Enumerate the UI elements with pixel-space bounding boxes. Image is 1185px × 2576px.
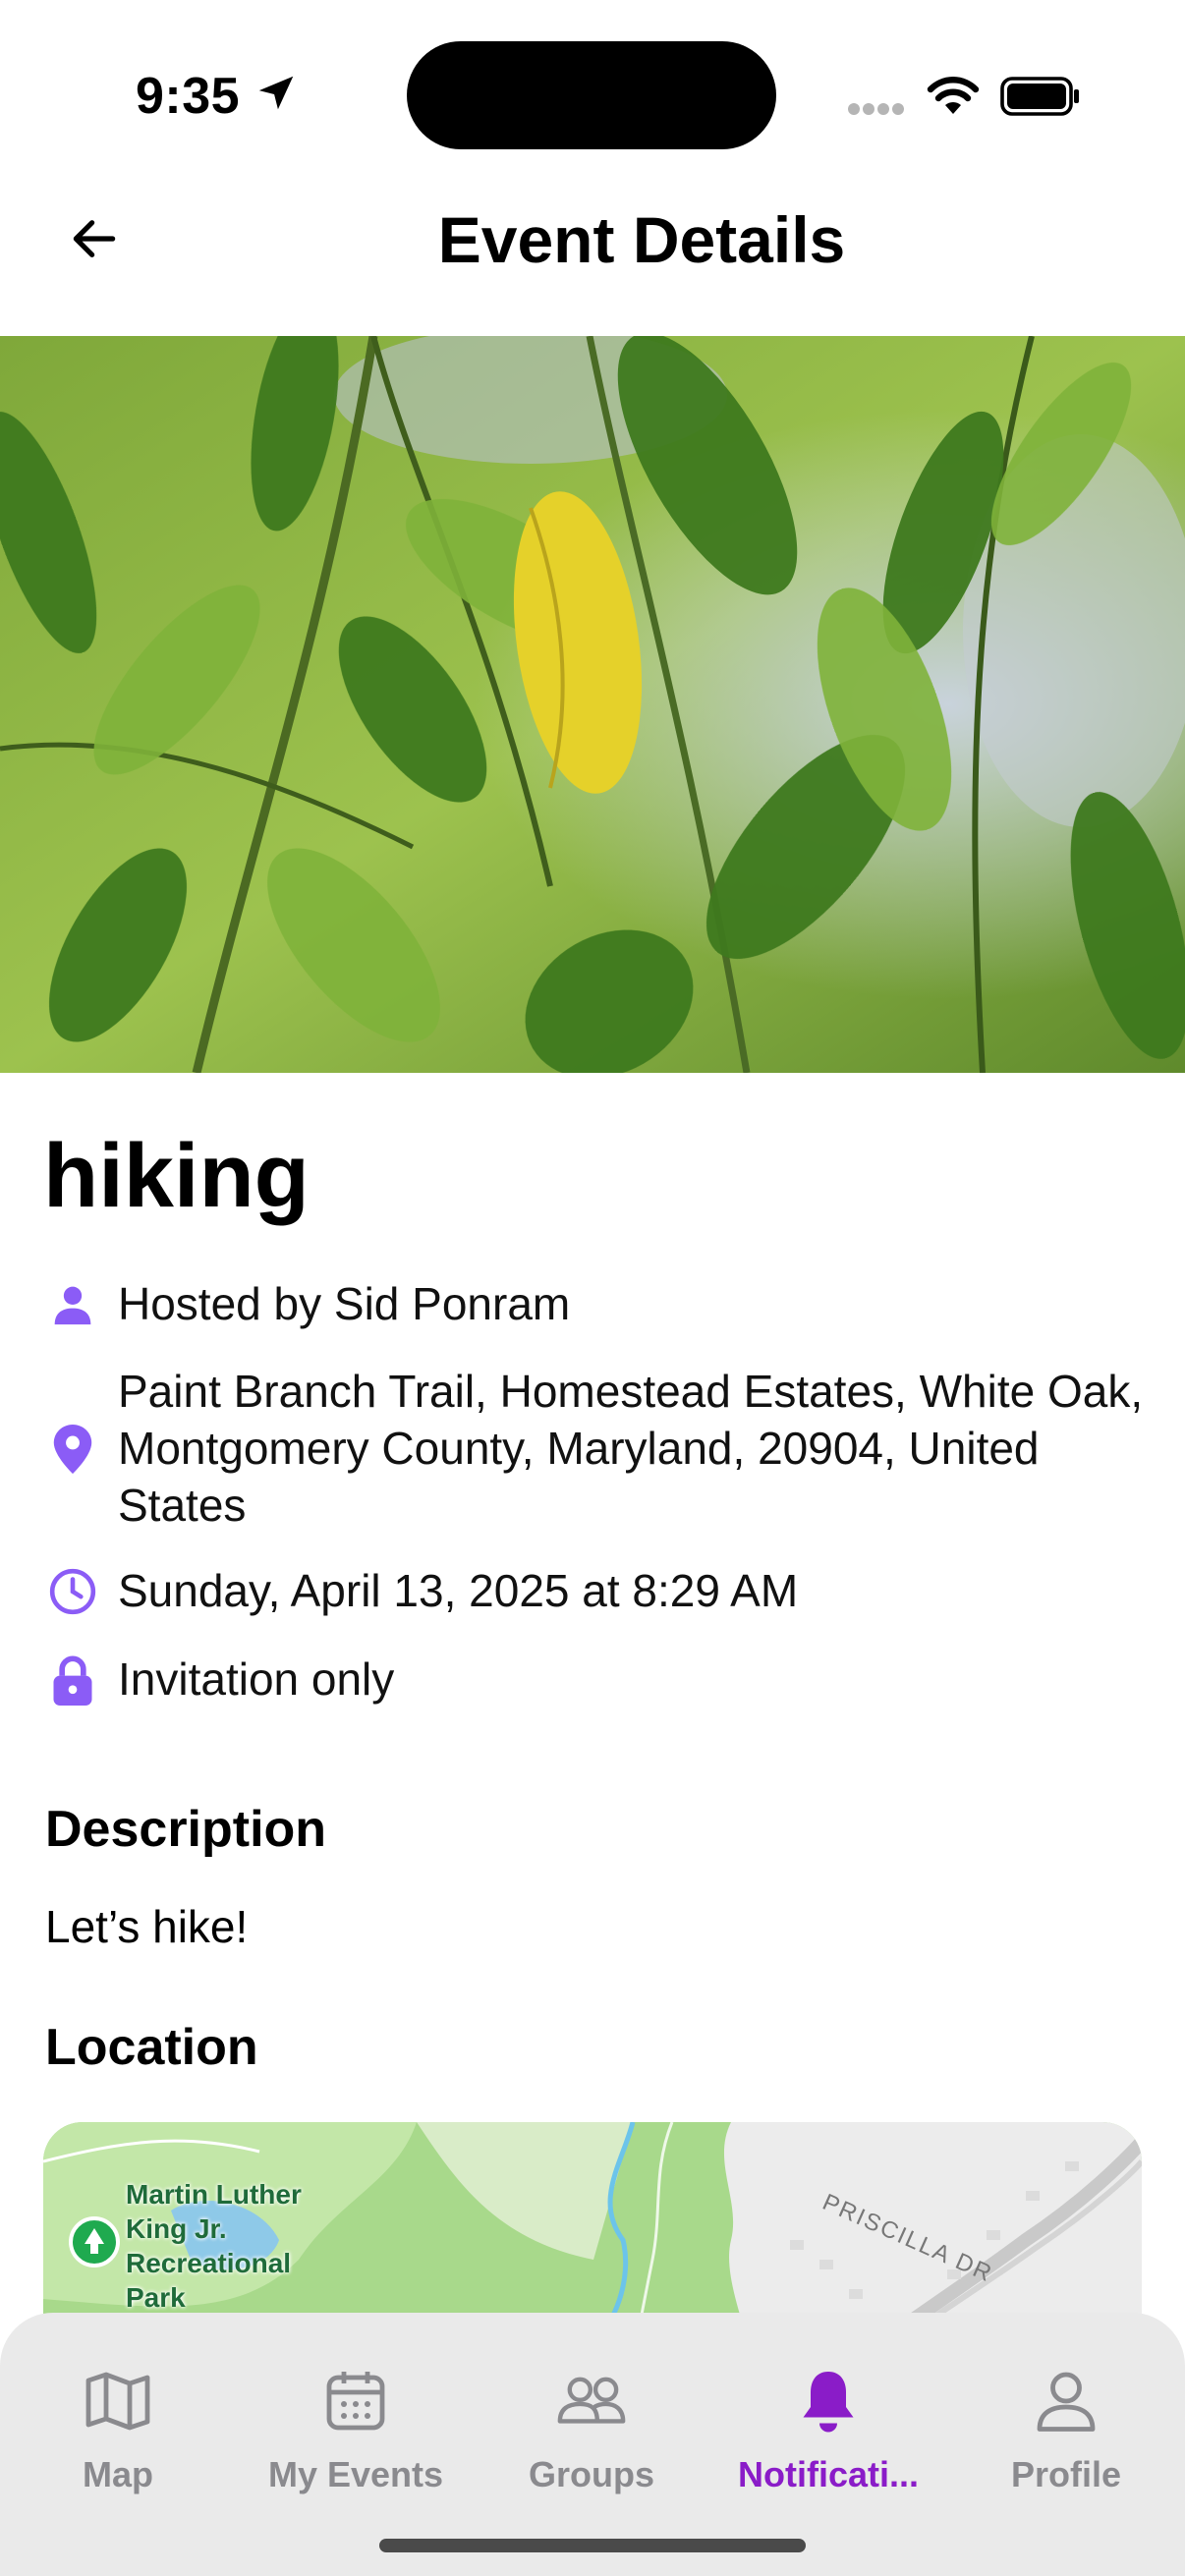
calendar-icon xyxy=(316,2362,395,2440)
lock-icon xyxy=(43,1651,102,1709)
home-indicator[interactable] xyxy=(379,2539,806,2552)
wifi-icon xyxy=(927,77,980,114)
clock-icon xyxy=(43,1562,102,1621)
cellular-signal-icon xyxy=(848,103,904,115)
host-row: Hosted by Sid Ponram xyxy=(43,1275,570,1334)
tab-my-events[interactable]: My Events xyxy=(248,2362,464,2495)
map-park-label-line: Martin Luther xyxy=(126,2179,302,2210)
map-park-label-line: Recreational xyxy=(126,2248,292,2278)
tab-bar: Map My Events Groups Notificati... Profi… xyxy=(0,2313,1185,2576)
tab-groups[interactable]: Groups xyxy=(483,2362,700,2495)
page-title: Event Details xyxy=(437,203,846,276)
tab-profile[interactable]: Profile xyxy=(958,2362,1174,2495)
visibility-text: Invitation only xyxy=(118,1653,395,1705)
address-line: States xyxy=(118,1480,247,1531)
status-bar: 9:35 xyxy=(0,0,1185,157)
battery-icon xyxy=(1000,77,1079,116)
profile-icon xyxy=(1027,2362,1105,2440)
bell-icon xyxy=(789,2362,868,2440)
location-heading: Location xyxy=(45,2019,258,2076)
tab-label: Profile xyxy=(1010,2454,1122,2494)
datetime-text: Sunday, April 13, 2025 at 8:29 AM xyxy=(118,1565,799,1616)
tab-notifications[interactable]: Notificati... xyxy=(720,2362,936,2495)
tab-label: Notificati... xyxy=(737,2454,919,2494)
map-park-label-line: Park xyxy=(126,2282,186,2313)
groups-icon xyxy=(552,2362,631,2440)
tab-label: My Events xyxy=(267,2454,444,2494)
map-icon xyxy=(79,2362,157,2440)
address-line: Montgomery County, Maryland, 20904, Unit… xyxy=(118,1423,1040,1474)
map-park-label-line: King Jr. xyxy=(126,2213,227,2244)
address-row: Paint Branch Trail, Homestead Estates, W… xyxy=(43,1363,1143,1534)
status-time: 9:35 xyxy=(136,68,241,125)
dynamic-island xyxy=(407,41,776,149)
person-icon xyxy=(43,1275,102,1334)
visibility-row: Invitation only xyxy=(43,1651,394,1709)
tab-label: Map xyxy=(83,2454,153,2494)
address-line: Paint Branch Trail, Homestead Estates, W… xyxy=(118,1366,1144,1417)
datetime-row: Sunday, April 13, 2025 at 8:29 AM xyxy=(43,1562,798,1621)
address-text: Paint Branch Trail, Homestead Estates, W… xyxy=(118,1363,1143,1534)
event-title: hiking xyxy=(43,1126,310,1226)
tab-label: Groups xyxy=(528,2454,654,2494)
description-text: Let’s hike! xyxy=(45,1901,249,1952)
location-arrow-icon xyxy=(258,76,294,110)
event-cover-image xyxy=(0,336,1185,1073)
host-text: Hosted by Sid Ponram xyxy=(118,1278,571,1329)
map-pin-icon xyxy=(43,1420,102,1479)
description-heading: Description xyxy=(45,1801,327,1858)
map-park-label: Martin Luther King Jr. Recreational Park xyxy=(126,2177,302,2315)
tab-map[interactable]: Map xyxy=(10,2362,226,2495)
